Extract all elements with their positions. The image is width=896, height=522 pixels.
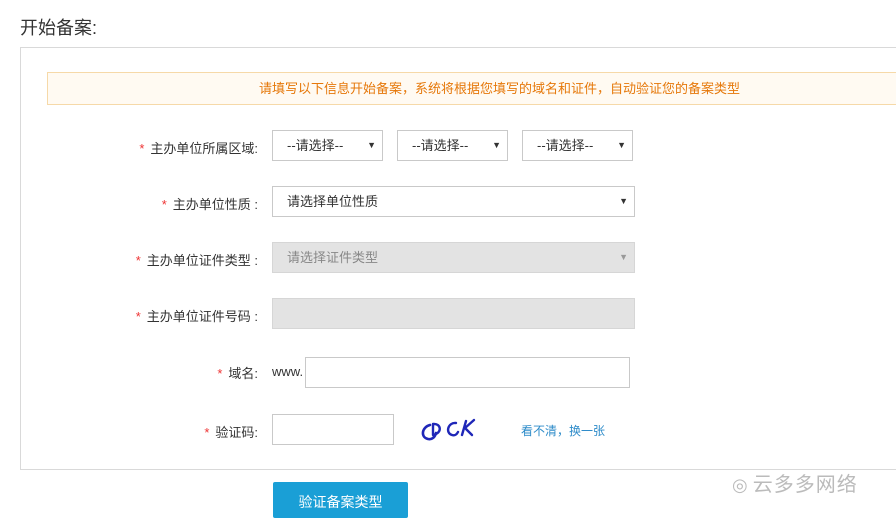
province-select-value: --请选择--: [287, 138, 344, 153]
watermark: ◎ 云多多网络: [732, 468, 858, 497]
chevron-down-icon: ▼: [619, 196, 628, 206]
cert-type-label-text: 主办单位证件类型 :: [146, 253, 258, 268]
region-label-text: 主办单位所属区域:: [150, 141, 258, 156]
captcha-image[interactable]: [416, 413, 488, 452]
captcha-refresh-link[interactable]: 看不清，换一张: [521, 422, 605, 439]
city-select[interactable]: --请选择-- ▼: [397, 130, 508, 161]
required-mark: *: [217, 366, 223, 381]
captcha-input[interactable]: [272, 414, 394, 445]
page-title: 开始备案:: [20, 18, 98, 38]
required-mark: *: [139, 141, 145, 156]
cert-number-label: * 主办单位证件号码 :: [136, 306, 258, 325]
nature-select-value: 请选择单位性质: [287, 194, 379, 209]
cert-number-label-text: 主办单位证件号码 :: [146, 309, 258, 324]
weibo-icon: ◎: [732, 475, 749, 495]
region-label: * 主办单位所属区域:: [139, 138, 258, 157]
cert-type-label: * 主办单位证件类型 :: [136, 250, 258, 269]
nature-select[interactable]: 请选择单位性质 ▼: [272, 186, 635, 217]
chevron-down-icon: ▼: [617, 140, 626, 150]
nature-label-text: 主办单位性质 :: [172, 197, 258, 212]
province-select[interactable]: --请选择-- ▼: [272, 130, 383, 161]
domain-label: * 域名:: [217, 363, 258, 382]
captcha-label: * 验证码:: [204, 422, 258, 441]
watermark-text: 云多多网络: [752, 474, 858, 496]
verify-type-button[interactable]: 验证备案类型: [273, 482, 408, 518]
notice-banner: 请填写以下信息开始备案，系统将根据您填写的域名和证件，自动验证您的备案类型: [47, 72, 896, 105]
domain-input[interactable]: [305, 357, 630, 388]
city-select-value: --请选择--: [412, 138, 469, 153]
chevron-down-icon: ▼: [367, 140, 376, 150]
chevron-down-icon: ▼: [619, 252, 628, 262]
required-mark: *: [135, 253, 141, 268]
required-mark: *: [204, 425, 210, 440]
cert-type-select-value: 请选择证件类型: [287, 250, 379, 265]
domain-label-text: 域名:: [228, 366, 258, 381]
cert-type-select: 请选择证件类型 ▼: [272, 242, 635, 273]
nature-label: * 主办单位性质 :: [162, 194, 258, 213]
captcha-label-text: 验证码:: [215, 425, 258, 440]
district-select-value: --请选择--: [537, 138, 594, 153]
cert-number-input: [272, 298, 635, 329]
domain-prefix: www.: [272, 364, 304, 379]
chevron-down-icon: ▼: [492, 140, 501, 150]
district-select[interactable]: --请选择-- ▼: [522, 130, 633, 161]
required-mark: *: [135, 309, 141, 324]
required-mark: *: [161, 197, 167, 212]
